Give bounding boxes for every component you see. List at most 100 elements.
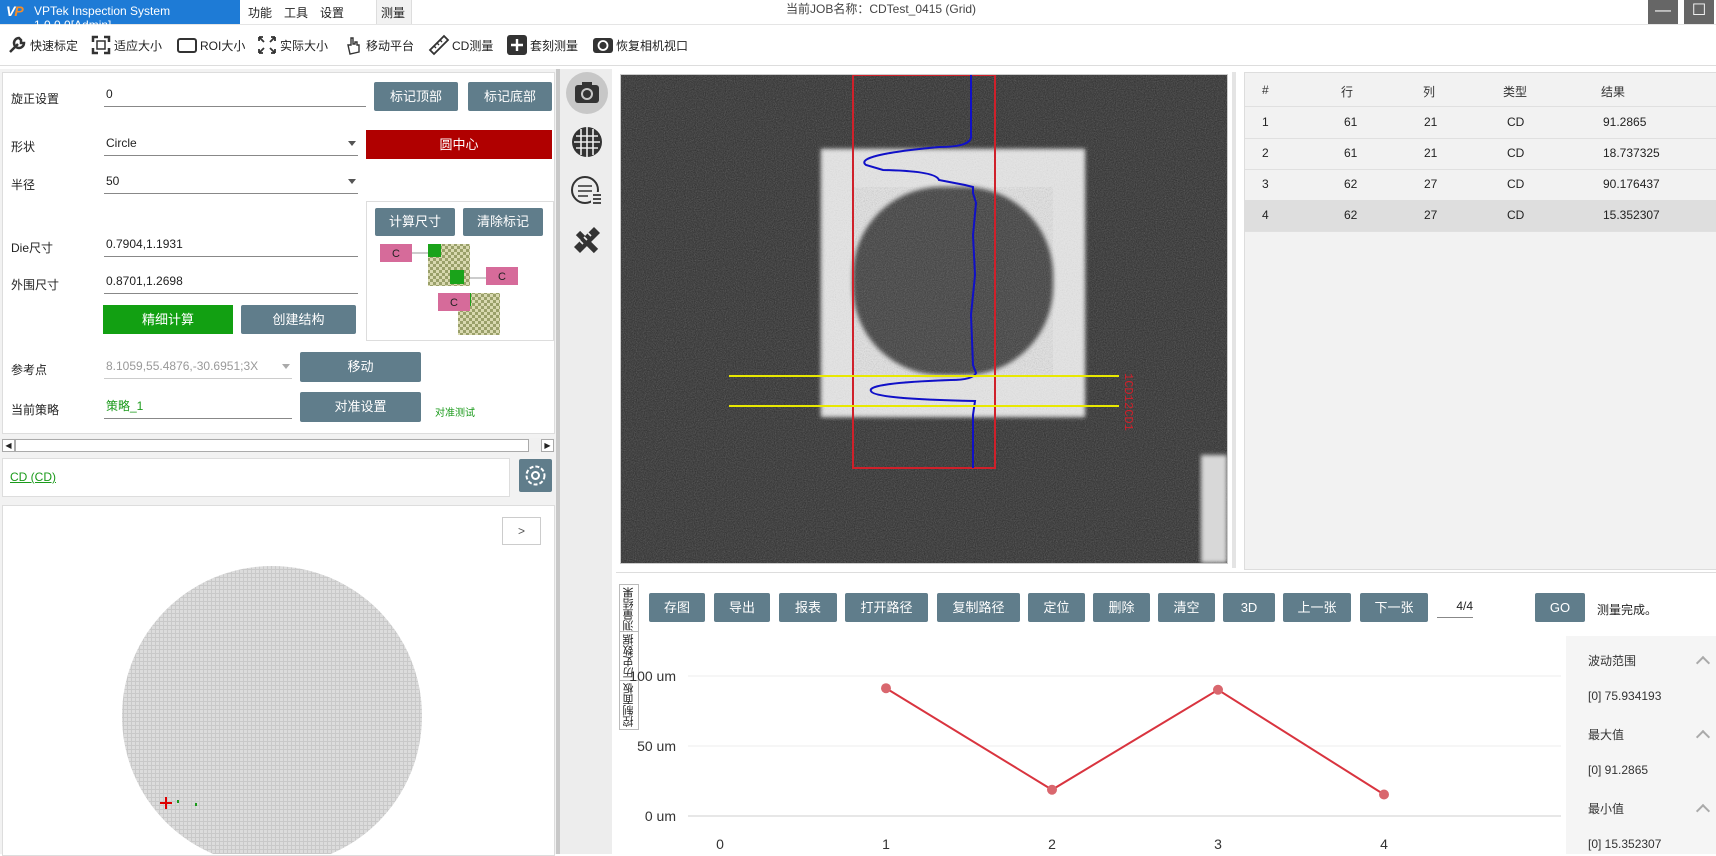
- scroll-left-icon[interactable]: ◀: [2, 439, 15, 452]
- min-label: 最小值: [1588, 802, 1625, 816]
- clear-marks-button[interactable]: 清除标记: [463, 208, 543, 236]
- cell-result: 18.737325: [1603, 146, 1660, 160]
- fine-calc-button[interactable]: 精细计算: [103, 305, 233, 334]
- locate-button[interactable]: 定位: [1028, 593, 1085, 622]
- cd-measure-button[interactable]: CD测量: [428, 33, 493, 57]
- chevron-up-icon[interactable]: [1695, 729, 1711, 745]
- wrench-icon: [9, 36, 26, 53]
- col-col[interactable]: 列: [1423, 83, 1435, 100]
- expand-button[interactable]: >: [502, 517, 541, 545]
- move-stage-button[interactable]: 移动平台: [342, 33, 414, 57]
- page-indicator[interactable]: 4/4: [1437, 599, 1473, 618]
- delete-button[interactable]: 删除: [1093, 593, 1150, 622]
- circle-center-button[interactable]: 圆中心: [366, 130, 552, 159]
- range-value: [0] 75.934193: [1588, 689, 1662, 703]
- save-image-button[interactable]: 存图: [649, 593, 705, 622]
- cell-col: 27: [1424, 177, 1438, 191]
- ref-point-select[interactable]: 8.1059,55.4876,-30.6951;3X: [104, 356, 292, 379]
- hand-pointer-icon: [347, 37, 360, 55]
- col-type[interactable]: 类型: [1503, 83, 1527, 100]
- cd-recipe-link[interactable]: CD (CD): [10, 470, 56, 484]
- chevron-down-icon: [348, 179, 356, 184]
- c-tag-3: C: [450, 297, 458, 309]
- create-structure-button[interactable]: 创建结构: [241, 305, 356, 334]
- ref-point-value: 8.1059,55.4876,-30.6951;3X: [106, 359, 259, 373]
- series-line: [885, 687, 1385, 796]
- cell-index: 2: [1262, 146, 1269, 160]
- wafer-list-icon: [571, 176, 603, 204]
- menu-measure[interactable]: 测量: [381, 4, 405, 21]
- cd-label-2: 2CD1: [1121, 402, 1135, 431]
- wafer-list-button[interactable]: [566, 170, 608, 212]
- table-row[interactable]: 1 61 21 CD 91.2865: [1245, 107, 1716, 139]
- roi-size-button[interactable]: ROI大小: [176, 33, 245, 57]
- chevron-up-icon[interactable]: [1695, 655, 1711, 671]
- export-button[interactable]: 导出: [714, 593, 770, 622]
- report-button[interactable]: 报表: [779, 593, 837, 622]
- chevron-down-icon: [348, 141, 356, 146]
- radius-select[interactable]: 50: [104, 171, 358, 194]
- overlay-measure-label: 套刻测量: [530, 38, 579, 53]
- align-settings-button[interactable]: 对准设置: [300, 392, 421, 422]
- rotate-input[interactable]: 0: [104, 84, 366, 107]
- fit-size-label: 适应大小: [114, 38, 163, 53]
- table-row-selected[interactable]: 4 62 27 CD 15.352307: [1245, 200, 1716, 232]
- clear-button[interactable]: 清空: [1158, 593, 1215, 622]
- die-size-input[interactable]: 0.7904,1.1931: [104, 234, 358, 257]
- col-result[interactable]: 结果: [1601, 83, 1625, 100]
- scroll-right-icon[interactable]: ▶: [541, 439, 554, 452]
- menu-settings[interactable]: 设置: [320, 4, 344, 21]
- cell-index: 1: [1262, 115, 1269, 129]
- chevron-up-icon[interactable]: [1695, 803, 1711, 819]
- measure-tools-button[interactable]: [566, 219, 608, 261]
- splitter[interactable]: [1232, 72, 1236, 568]
- camera-image-viewer[interactable]: 1CD1 2CD1: [620, 74, 1228, 564]
- actual-size-button[interactable]: 实际大小: [256, 33, 328, 57]
- calc-size-button[interactable]: 计算尺寸: [375, 208, 455, 236]
- cd-measure-label: CD测量: [452, 38, 494, 53]
- status-text: 测量完成。: [1597, 603, 1658, 617]
- cell-type: CD: [1507, 208, 1525, 222]
- col-row[interactable]: 行: [1341, 83, 1353, 100]
- next-button[interactable]: 下一张: [1360, 593, 1428, 622]
- menu-function[interactable]: 功能: [248, 4, 272, 21]
- restore-camera-button[interactable]: 恢复相机视口: [592, 33, 688, 57]
- col-index[interactable]: #: [1262, 83, 1269, 97]
- mark-bottom-button[interactable]: 标记底部: [468, 82, 552, 111]
- align-test-link[interactable]: 对准测试: [435, 404, 475, 419]
- table-row[interactable]: 2 61 21 CD 18.737325: [1245, 138, 1716, 170]
- rotate-label: 旋正设置: [11, 92, 60, 106]
- outer-size-input[interactable]: 0.8701,1.2698: [104, 271, 358, 294]
- camera-refresh-icon: [593, 38, 613, 53]
- shape-select[interactable]: Circle: [104, 133, 358, 156]
- mark-top-button[interactable]: 标记顶部: [374, 82, 458, 111]
- quick-calibrate-button[interactable]: 快速标定: [6, 33, 78, 57]
- max-value: [0] 91.2865: [1588, 763, 1649, 777]
- overlay-measure-button[interactable]: 套刻测量: [506, 33, 578, 57]
- go-button[interactable]: GO: [1535, 593, 1585, 622]
- max-label: 最大值: [1588, 728, 1625, 742]
- table-row[interactable]: 3 62 27 CD 90.176437: [1245, 169, 1716, 201]
- 3d-button[interactable]: 3D: [1223, 593, 1275, 622]
- tab-results[interactable]: 测量结果: [619, 584, 639, 634]
- open-path-button[interactable]: 打开路径: [845, 593, 928, 622]
- prev-button[interactable]: 上一张: [1283, 593, 1351, 622]
- expand-arrows-icon: [258, 36, 276, 54]
- cell-col: 27: [1424, 208, 1438, 222]
- fit-screen-icon: [91, 35, 111, 55]
- minimize-button[interactable]: —: [1648, 0, 1678, 24]
- strategy-input[interactable]: 策略_1: [104, 396, 292, 419]
- move-button[interactable]: 移动: [300, 352, 421, 382]
- maximize-button[interactable]: ☐: [1684, 0, 1714, 24]
- grid-view-button[interactable]: [566, 121, 608, 163]
- fit-size-button[interactable]: 适应大小: [90, 33, 162, 57]
- chevron-down-icon: [282, 364, 290, 369]
- capture-button[interactable]: [566, 72, 608, 114]
- copy-path-button[interactable]: 复制路径: [937, 593, 1020, 622]
- cell-row: 62: [1344, 208, 1358, 222]
- shape-value: Circle: [106, 136, 137, 150]
- menu-tools[interactable]: 工具: [284, 4, 308, 21]
- refresh-recipe-button[interactable]: [519, 459, 552, 492]
- scrollbar-thumb[interactable]: [15, 439, 529, 452]
- wafer-map[interactable]: [120, 566, 430, 854]
